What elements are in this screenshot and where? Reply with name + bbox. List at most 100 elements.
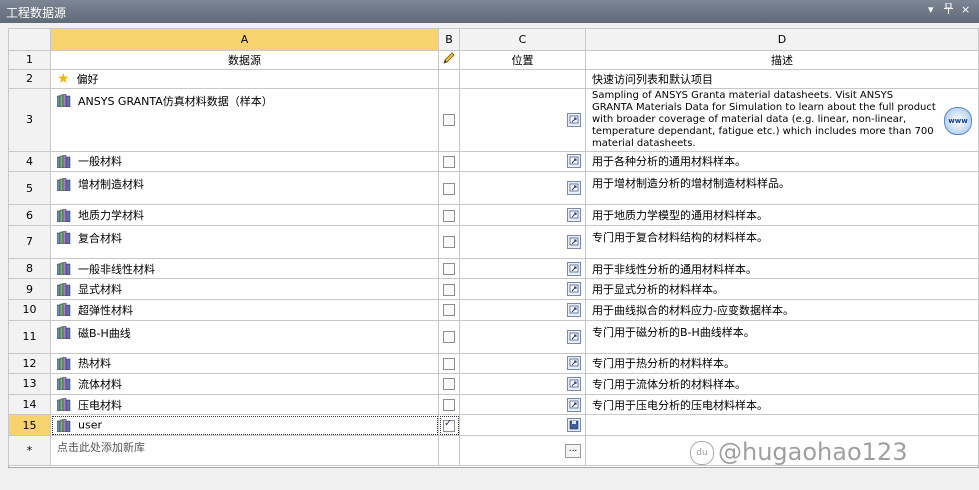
data-source-cell[interactable]: user bbox=[50, 414, 439, 437]
row-number[interactable]: 2 bbox=[8, 69, 51, 89]
table-row[interactable]: 9 显式材料 用于显式分析的材料样本。 bbox=[8, 278, 979, 300]
row-number[interactable]: 6 bbox=[8, 204, 51, 226]
data-source-name: user bbox=[78, 418, 102, 432]
row-number[interactable]: 1 bbox=[8, 49, 51, 71]
table-row[interactable]: 6 地质力学材料 用于地质力学模型的通用材料样本。 bbox=[8, 204, 979, 226]
location-cell bbox=[459, 87, 586, 152]
row-number[interactable]: 15 bbox=[8, 414, 51, 437]
data-source-cell[interactable]: 压电材料 bbox=[50, 393, 439, 416]
location-cell bbox=[459, 224, 586, 259]
description-text: 用于曲线拟合的材料应力-应变数据样本。 bbox=[592, 303, 794, 317]
add-new-library-cell[interactable]: 点击此处添加新库 bbox=[50, 435, 439, 467]
table-row[interactable]: 15 user bbox=[8, 414, 979, 437]
open-location-icon[interactable] bbox=[567, 397, 581, 412]
table-row[interactable]: 2 ★ 偏好 快速访问列表和默认项目 bbox=[8, 69, 979, 89]
row-number[interactable]: 8 bbox=[8, 257, 51, 280]
row-number[interactable]: 11 bbox=[8, 319, 51, 354]
watermark: du @hugaohao123 bbox=[690, 438, 907, 466]
open-location-icon[interactable] bbox=[567, 208, 581, 222]
checkbox[interactable] bbox=[443, 263, 455, 276]
checkbox[interactable] bbox=[443, 399, 455, 412]
description-cell: 快速访问列表和默认项目 bbox=[585, 69, 979, 89]
data-source-cell[interactable]: 一般材料 bbox=[50, 150, 439, 173]
checkbox[interactable] bbox=[443, 182, 455, 195]
new-row-marker: * bbox=[8, 435, 51, 467]
checkbox-cell bbox=[438, 414, 460, 437]
panel-title-bar: 工程数据源 ▾ × bbox=[0, 0, 979, 23]
data-source-cell[interactable]: ANSYS GRANTA仿真材料数据（样本） bbox=[50, 87, 439, 152]
checkbox[interactable] bbox=[443, 283, 455, 296]
table-row[interactable]: 8 一般非线性材料 用于非线性分析的通用材料样本。 bbox=[8, 257, 979, 280]
open-location-icon[interactable] bbox=[567, 329, 581, 344]
checkbox-cell bbox=[438, 373, 460, 395]
open-location-icon[interactable] bbox=[567, 302, 581, 317]
open-location-icon[interactable] bbox=[567, 376, 581, 391]
pin-icon[interactable] bbox=[944, 2, 953, 17]
www-icon[interactable]: www bbox=[944, 106, 972, 135]
row-number[interactable]: 13 bbox=[8, 373, 51, 395]
row-number[interactable]: 12 bbox=[8, 352, 51, 375]
checkbox[interactable] bbox=[443, 236, 455, 249]
column-header-c[interactable]: C bbox=[459, 28, 586, 51]
table-row[interactable]: 12 热材料 专门用于热分析的材料样本。 bbox=[8, 352, 979, 375]
library-icon bbox=[57, 398, 78, 412]
data-source-cell[interactable]: 增材制造材料 bbox=[50, 171, 439, 206]
row-number[interactable]: 5 bbox=[8, 171, 51, 206]
table-row[interactable]: 10 超弹性材料 用于曲线拟合的材料应力-应变数据样本。 bbox=[8, 299, 979, 321]
open-location-icon[interactable] bbox=[567, 282, 581, 297]
row-number[interactable]: 14 bbox=[8, 393, 51, 416]
column-header-d[interactable]: D bbox=[585, 28, 979, 51]
checkbox-cell bbox=[438, 299, 460, 321]
data-source-cell[interactable]: ★ 偏好 bbox=[50, 69, 439, 89]
data-source-cell[interactable]: 显式材料 bbox=[50, 278, 439, 300]
row-number[interactable]: 10 bbox=[8, 299, 51, 321]
data-source-cell[interactable]: 流体材料 bbox=[50, 373, 439, 395]
checkbox-checked[interactable] bbox=[443, 418, 455, 432]
table-row[interactable]: 4 一般材料 用于各种分析的通用材料样本。 bbox=[8, 150, 979, 173]
checkbox[interactable] bbox=[443, 378, 455, 391]
row-number[interactable]: 9 bbox=[8, 278, 51, 300]
row-number[interactable]: 4 bbox=[8, 150, 51, 173]
checkbox-cell bbox=[438, 171, 460, 206]
row-number[interactable]: 7 bbox=[8, 224, 51, 259]
open-location-icon[interactable] bbox=[567, 261, 581, 276]
open-location-icon[interactable] bbox=[567, 356, 581, 371]
open-location-icon[interactable] bbox=[567, 234, 581, 249]
checkbox[interactable] bbox=[443, 114, 455, 127]
close-icon[interactable]: × bbox=[961, 3, 970, 16]
corner-cell[interactable] bbox=[8, 28, 51, 51]
row-number[interactable]: 3 bbox=[8, 87, 51, 152]
library-icon bbox=[57, 303, 78, 317]
checkbox[interactable] bbox=[443, 209, 455, 222]
checkbox[interactable] bbox=[443, 304, 455, 317]
data-source-cell[interactable]: 地质力学材料 bbox=[50, 204, 439, 226]
location-cell bbox=[459, 69, 586, 89]
table-row[interactable]: 3 ANSYS GRANTA仿真材料数据（样本） Sampling of ANSYS… bbox=[8, 87, 979, 152]
checkbox[interactable] bbox=[443, 331, 455, 344]
table-row[interactable]: 11 磁B-H曲线 专门用于磁分析的B-H曲线样本。 bbox=[8, 319, 979, 354]
column-header-b[interactable]: B bbox=[438, 28, 460, 51]
data-source-cell[interactable]: 磁B-H曲线 bbox=[50, 319, 439, 354]
table-row[interactable]: 7 复合材料 专门用于复合材料结构的材料样本。 bbox=[8, 224, 979, 259]
save-location-icon[interactable] bbox=[567, 418, 581, 433]
checkbox[interactable] bbox=[443, 155, 455, 168]
data-source-cell[interactable]: 超弹性材料 bbox=[50, 299, 439, 321]
column-header-a[interactable]: A bbox=[50, 28, 439, 51]
data-source-cell[interactable]: 热材料 bbox=[50, 352, 439, 375]
table-row[interactable]: 13 流体材料 专门用于流体分析的材料样本。 bbox=[8, 373, 979, 395]
checkbox[interactable] bbox=[443, 357, 455, 370]
open-location-icon[interactable] bbox=[567, 112, 581, 127]
data-source-cell[interactable]: 复合材料 bbox=[50, 224, 439, 259]
description-cell: 用于曲线拟合的材料应力-应变数据样本。 bbox=[585, 299, 979, 321]
data-source-table: A B C D 1 数据源 位置 描述 2 ★ 偏好 快速访问列表和默认项目 3 ANSY… bbox=[8, 28, 979, 468]
dropdown-icon[interactable]: ▾ bbox=[928, 3, 934, 16]
data-source-name: 流体材料 bbox=[78, 377, 122, 391]
open-location-icon[interactable] bbox=[567, 154, 581, 169]
browse-button[interactable]: ... bbox=[565, 443, 581, 458]
data-source-cell[interactable]: 一般非线性材料 bbox=[50, 257, 439, 280]
open-location-icon[interactable] bbox=[567, 181, 581, 196]
data-source-name: 复合材料 bbox=[78, 231, 122, 245]
table-row[interactable]: 5 增材制造材料 用于增材制造分析的增材制造材料样品。 bbox=[8, 171, 979, 206]
description-text: 用于显式分析的材料样本。 bbox=[592, 283, 724, 297]
table-row[interactable]: 14 压电材料 专门用于压电分析的压电材料样本。 bbox=[8, 393, 979, 416]
